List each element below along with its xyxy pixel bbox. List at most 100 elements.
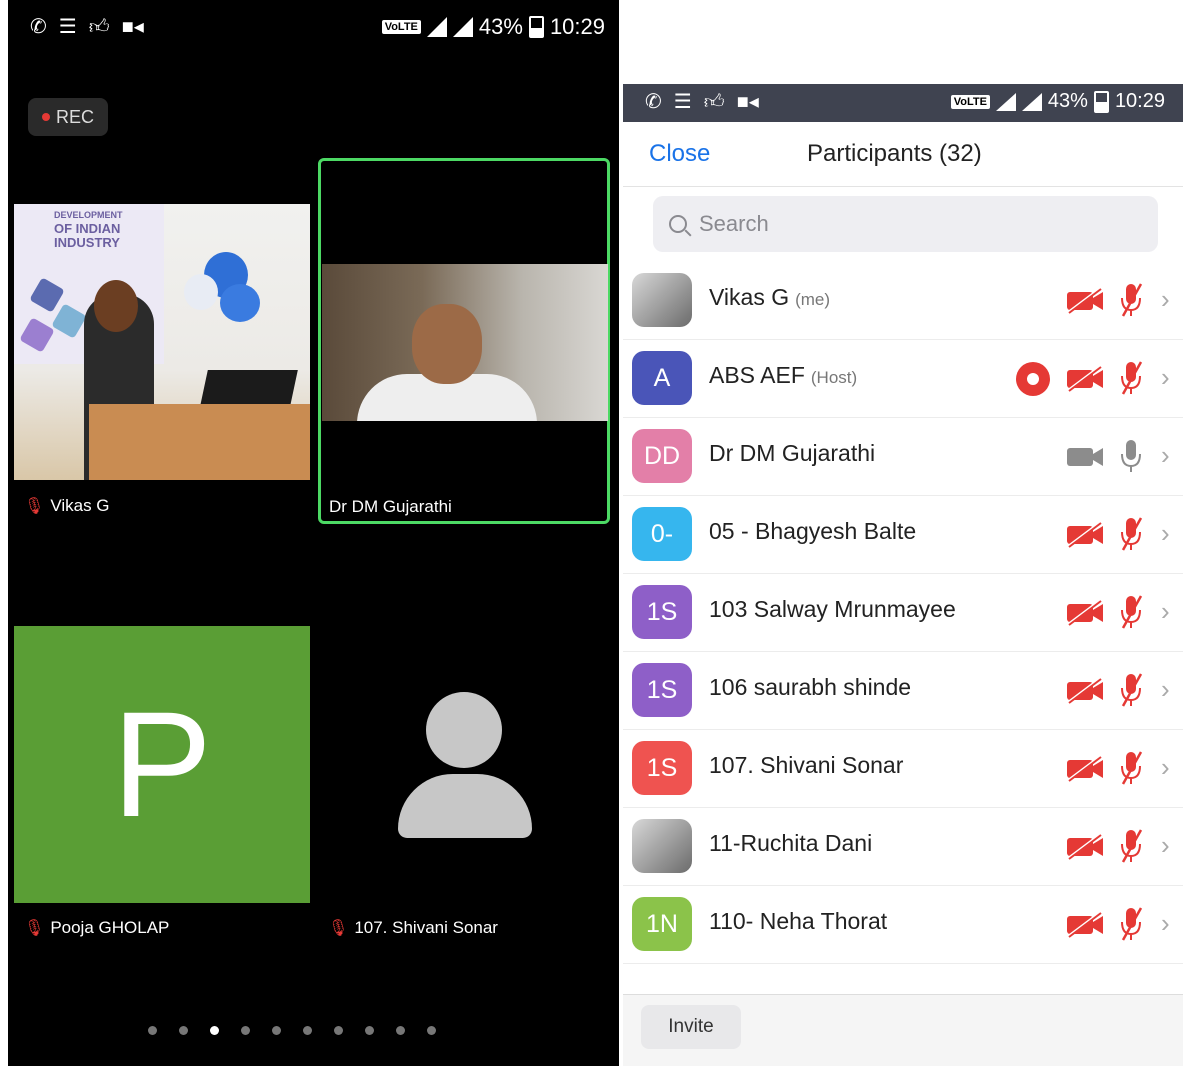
name-text: Dr DM Gujarathi	[709, 440, 876, 466]
hexagon-graphic	[29, 277, 65, 313]
participant-name: Pooja GHOLAP	[50, 918, 170, 937]
page-title: Participants (32)	[807, 140, 982, 167]
tile-label-shivani: 🎙︎ 107. Shivani Sonar	[328, 918, 498, 938]
video-tile-gujarathi[interactable]	[322, 264, 608, 421]
name-text: 110- Neha Thorat	[709, 908, 888, 934]
battery-percent: 43%	[1047, 90, 1088, 112]
signal-icon-2	[1021, 92, 1042, 111]
divider	[623, 186, 1183, 187]
video-off-icon	[1065, 364, 1105, 392]
battery-icon	[528, 16, 544, 38]
mic-muted-icon	[1119, 516, 1143, 552]
mic-muted-icon: 🎙︎	[328, 920, 349, 937]
rec-label: REC	[55, 106, 94, 127]
name-text: 11-Ruchita Dani	[709, 830, 873, 856]
meeting-screen: ✆ ☰ 👍︎ ■◂ VoLTE 43% 10:29 REC DEVELOPMEN…	[8, 0, 619, 1066]
banner-text: DEVELOPMENT OF INDIAN INDUSTRY	[54, 208, 123, 250]
mic-muted-icon: 🎙︎	[24, 498, 45, 515]
bottom-bar: Invite	[623, 994, 1183, 1066]
avatar: 1N	[632, 897, 692, 951]
search-icon	[669, 215, 687, 233]
name-text: Vikas G	[709, 284, 790, 310]
page-indicator[interactable]	[148, 1026, 436, 1035]
page-dot[interactable]	[396, 1026, 405, 1035]
video-off-icon	[1065, 598, 1105, 626]
participant-name: 103 Salway Mrunmayee	[709, 596, 956, 623]
status-bar: ✆ ☰ 👍︎ ■◂ VoLTE 43% 10:29	[30, 14, 605, 40]
video-off-icon	[1065, 832, 1105, 860]
tile-label-gujarathi: Dr DM Gujarathi	[329, 497, 452, 517]
avatar: DD	[632, 429, 692, 483]
chevron-right-icon: ›	[1161, 908, 1170, 938]
video-off-icon	[1065, 754, 1105, 782]
chevron-right-icon: ›	[1161, 362, 1170, 392]
chevron-right-icon: ›	[1161, 440, 1170, 470]
avatar	[632, 819, 692, 873]
page-dot[interactable]	[334, 1026, 343, 1035]
page-dot[interactable]	[148, 1026, 157, 1035]
page-dot[interactable]	[303, 1026, 312, 1035]
chevron-right-icon: ›	[1161, 752, 1170, 782]
name-text: 107. Shivani Sonar	[709, 752, 904, 778]
page-dot[interactable]	[365, 1026, 374, 1035]
hexagon-graphic	[19, 317, 55, 353]
participant-row[interactable]: 11-Ruchita Dani ›	[623, 808, 1183, 886]
search-input[interactable]: Search	[653, 196, 1158, 252]
volte-badge: VoLTE	[950, 94, 990, 109]
default-avatar-body	[398, 774, 532, 838]
notes-icon: ☰	[58, 16, 77, 38]
participant-name: Dr DM Gujarathi	[329, 497, 452, 516]
record-dot-icon	[41, 113, 50, 121]
participant-name: Vikas G	[50, 496, 110, 515]
signal-icon	[995, 92, 1016, 111]
participant-row[interactable]: DD Dr DM Gujarathi ›	[623, 418, 1183, 496]
page-dot[interactable]	[427, 1026, 436, 1035]
participant-row[interactable]: 1S 106 saurabh shinde ›	[623, 652, 1183, 730]
video-camera-icon: ■◂	[736, 90, 759, 113]
participant-name: 107. Shivani Sonar	[354, 918, 498, 937]
role-tag: (Host)	[810, 368, 858, 387]
video-off-icon	[1065, 286, 1105, 314]
page-dot[interactable]	[272, 1026, 281, 1035]
signal-icon	[426, 17, 447, 37]
banner-line-1: DEVELOPMENT	[54, 210, 123, 220]
chevron-right-icon: ›	[1161, 284, 1170, 314]
page-dot[interactable]	[179, 1026, 188, 1035]
chevron-right-icon: ›	[1161, 674, 1170, 704]
participant-name: Dr DM Gujarathi	[709, 440, 875, 467]
avatar	[632, 273, 692, 327]
video-off-icon	[1065, 910, 1105, 938]
participant-row[interactable]: 0- 05 - Bhagyesh Balte ›	[623, 496, 1183, 574]
thumbs-up-icon: 👍︎	[88, 16, 110, 38]
participant-row[interactable]: 1N 110- Neha Thorat ›	[623, 886, 1183, 964]
video-tile-vikas[interactable]: DEVELOPMENT OF INDIAN INDUSTRY	[14, 204, 310, 480]
participant-row[interactable]: Vikas G (me) ›	[623, 262, 1183, 340]
mic-muted-icon	[1119, 282, 1143, 318]
participant-row[interactable]: 1S 107. Shivani Sonar ›	[623, 730, 1183, 808]
speaker-head	[412, 304, 482, 384]
participant-row[interactable]: A ABS AEF (Host) ›	[623, 340, 1183, 418]
mic-muted-icon	[1119, 750, 1143, 786]
banner-line-3: INDUSTRY	[54, 235, 120, 250]
balloon	[220, 284, 260, 322]
video-tile-pooja[interactable]: P	[14, 626, 310, 903]
participant-name: 11-Ruchita Dani	[709, 830, 872, 857]
recording-icon	[1016, 362, 1050, 396]
avatar-letter: P	[111, 680, 213, 848]
balloon	[184, 274, 218, 310]
page-dot[interactable]	[241, 1026, 250, 1035]
clock: 10:29	[549, 14, 605, 39]
close-button[interactable]: Close	[649, 140, 710, 168]
mic-muted-icon	[1119, 828, 1143, 864]
avatar: 1S	[632, 663, 692, 717]
invite-button[interactable]: Invite	[641, 1005, 741, 1049]
recording-indicator: REC	[28, 98, 108, 136]
participant-row[interactable]: 1S 103 Salway Mrunmayee ›	[623, 574, 1183, 652]
mic-muted-icon	[1119, 906, 1143, 942]
speaker-head	[94, 280, 138, 332]
mic-muted-icon	[1119, 594, 1143, 630]
status-bar: ✆ ☰ 👍︎ ■◂ VoLTE 43% 10:29	[623, 84, 1183, 122]
page-dot[interactable]	[210, 1026, 219, 1035]
avatar: 1S	[632, 741, 692, 795]
default-avatar-head	[426, 692, 502, 768]
